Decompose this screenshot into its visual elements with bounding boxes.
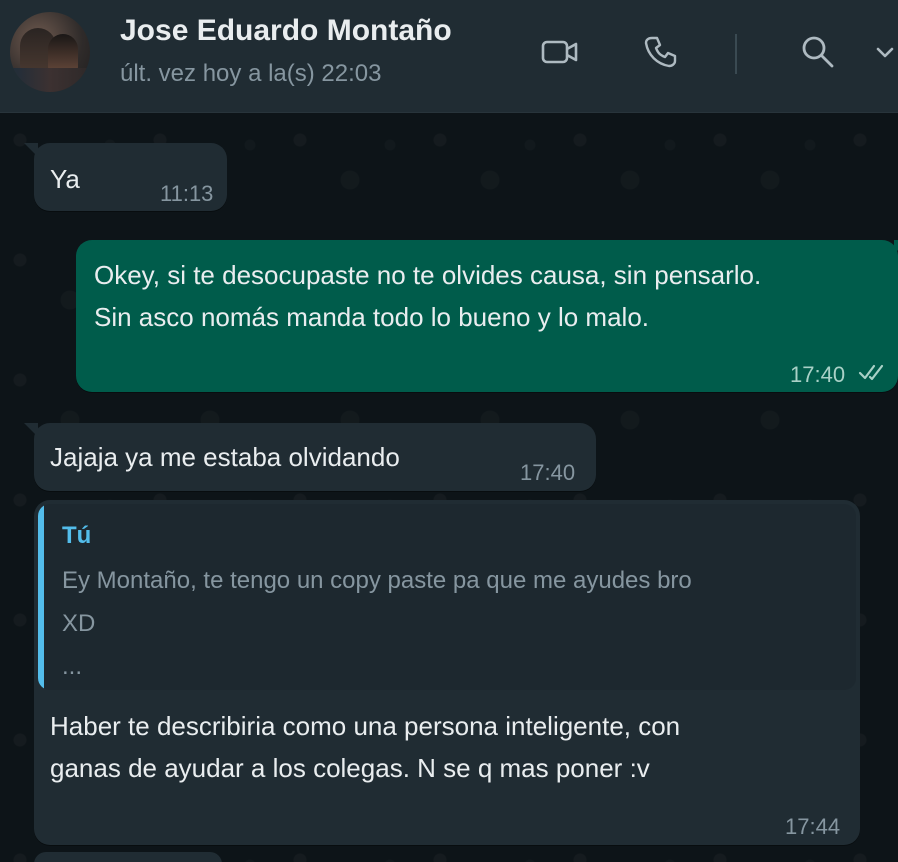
video-call-icon xyxy=(541,38,579,71)
message-text: Jajaja ya me estaba olvidando xyxy=(50,442,400,472)
message-bubble-incoming[interactable]: Jajaja ya me estaba olvidando 17:40 xyxy=(24,423,596,491)
voice-call-button[interactable] xyxy=(638,32,682,76)
message-time: 17:40 xyxy=(790,362,846,387)
quote-accent-bar xyxy=(38,504,44,690)
partial-message-bubble[interactable] xyxy=(34,852,222,862)
message-time: 11:13 xyxy=(160,181,214,206)
search-icon xyxy=(800,34,836,75)
chevron-down-icon xyxy=(873,40,897,69)
menu-dropdown-button[interactable] xyxy=(872,32,898,76)
contact-avatar[interactable] xyxy=(10,12,90,92)
message-time: 17:40 xyxy=(520,460,576,485)
voice-call-icon xyxy=(643,35,677,74)
last-seen-status: últ. vez hoy a la(s) 22:03 xyxy=(120,60,382,87)
message-text: Ya xyxy=(50,164,80,194)
video-call-button[interactable] xyxy=(538,32,582,76)
message-text: Okey, si te desocupaste no te olvides ca… xyxy=(94,260,762,332)
quote-author: Tú xyxy=(62,522,92,549)
search-button[interactable] xyxy=(796,32,840,76)
header-divider xyxy=(735,34,737,74)
double-check-icon xyxy=(858,361,888,388)
quote-text: Ey Montaño, te tengo un copy paste pa qu… xyxy=(62,567,692,680)
message-bubble-outgoing[interactable]: Okey, si te desocupaste no te olvides ca… xyxy=(76,240,898,392)
quoted-message[interactable]: Tú Ey Montaño, te tengo un copy paste pa… xyxy=(38,504,856,690)
contact-name[interactable]: Jose Eduardo Montaño xyxy=(120,14,452,48)
message-bubble-incoming[interactable]: Ya 11:13 xyxy=(24,143,227,211)
chat-header: Jose Eduardo Montaño últ. vez hoy a la(s… xyxy=(0,0,898,113)
whatsapp-chat-window: Jose Eduardo Montaño últ. vez hoy a la(s… xyxy=(0,0,898,862)
message-time: 17:44 xyxy=(785,814,841,839)
avatar-shirts xyxy=(10,68,90,92)
message-text: Haber te describiria como una persona in… xyxy=(50,711,681,783)
